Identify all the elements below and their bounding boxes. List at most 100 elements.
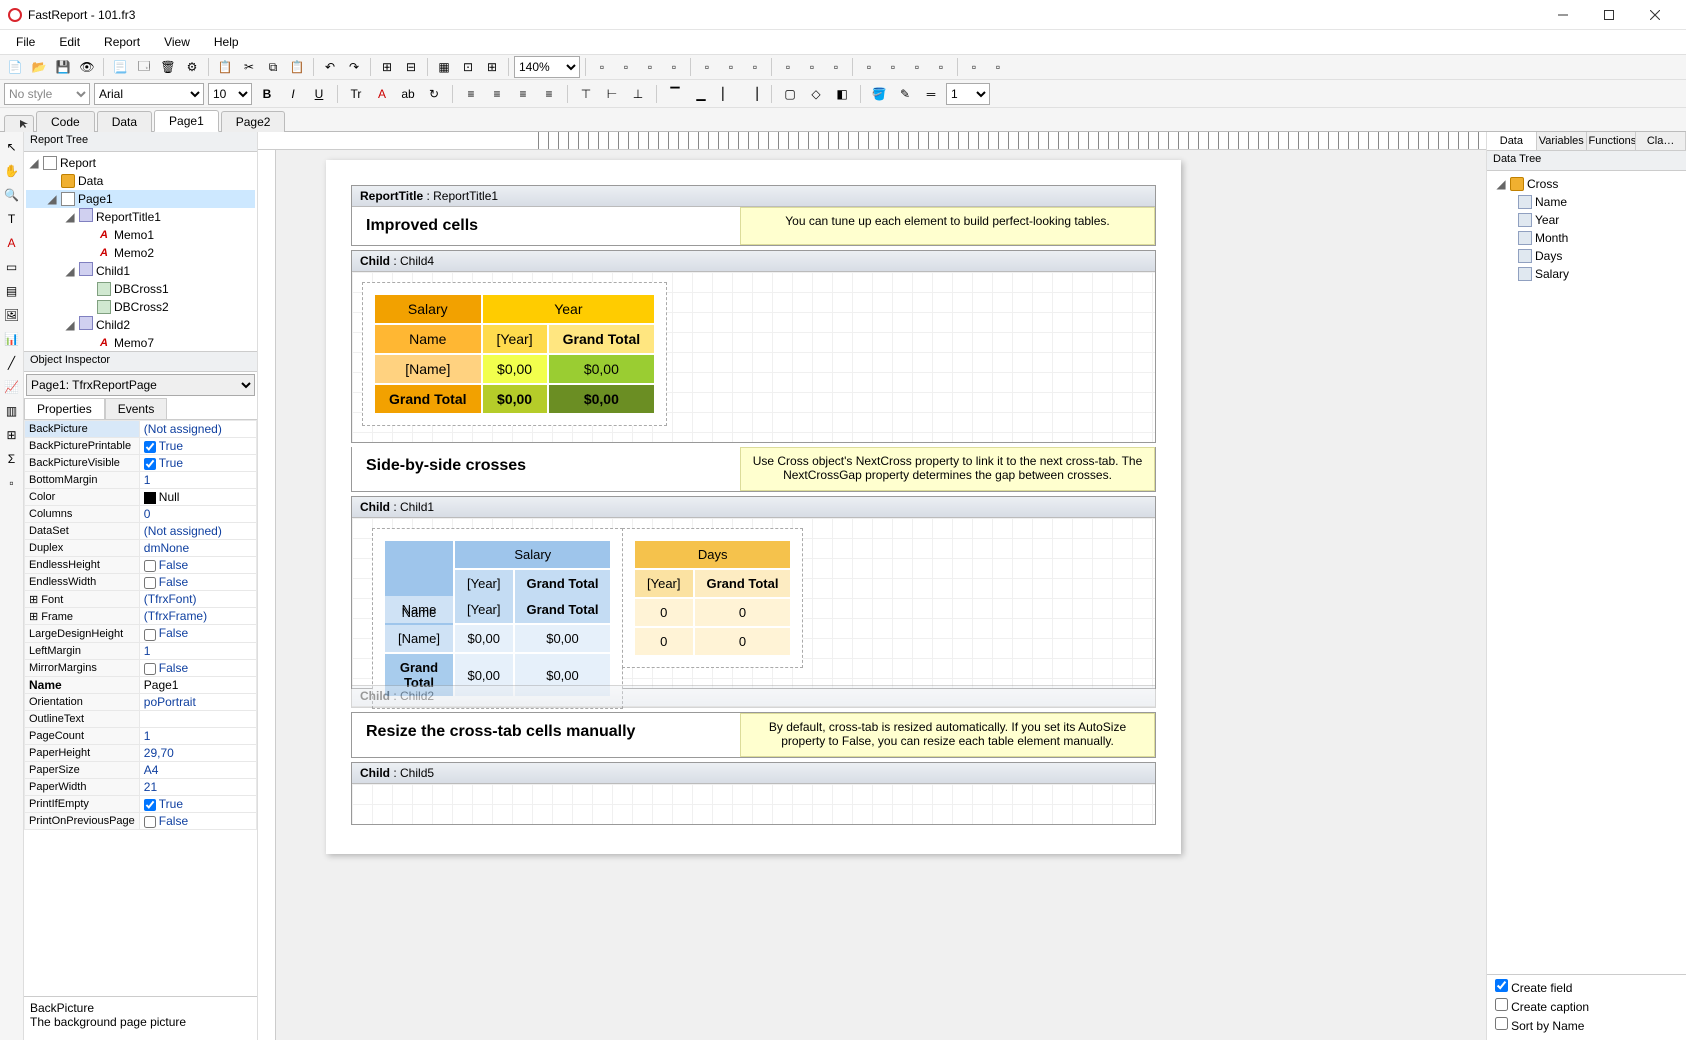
tree-node-memo7[interactable]: AMemo7 (26, 334, 255, 352)
picture-tool[interactable]: 🖼 (3, 306, 21, 324)
ruler-vertical[interactable] (258, 150, 276, 1040)
tree-node-child2[interactable]: ◢Child2 (26, 316, 255, 334)
memo-resize-cells-note[interactable]: By default, cross-tab is resized automat… (740, 713, 1155, 757)
font-combo[interactable]: Arial (94, 83, 204, 105)
insert-band-tool[interactable]: ▤ (3, 282, 21, 300)
extra-6-button[interactable]: ▫ (720, 56, 742, 78)
close-button[interactable] (1632, 0, 1678, 30)
zoom-tool[interactable]: 🔍 (3, 186, 21, 204)
data-field-month[interactable]: Month (1491, 229, 1682, 247)
right-tab-variables[interactable]: Variables (1537, 132, 1587, 150)
band-section3[interactable]: Resize the cross-tab cells manually By d… (351, 712, 1156, 758)
ct1-name-row[interactable]: [Name] (375, 355, 481, 383)
extra-9-button[interactable]: ▫ (801, 56, 823, 78)
memo-side-by-side[interactable]: Side-by-side crosses (352, 447, 740, 491)
select-tool[interactable]: ↖ (3, 138, 21, 156)
tree-node-data[interactable]: Data (26, 172, 255, 190)
tree-node-memo1[interactable]: AMemo1 (26, 226, 255, 244)
ctb-gt-col[interactable]: Grand Total (515, 570, 611, 597)
bold-button[interactable]: B (256, 83, 278, 105)
variables-button[interactable]: 📋 (214, 56, 236, 78)
align-justify-button[interactable]: ≡ (538, 83, 560, 105)
prop-row-color[interactable]: ColorNull (25, 489, 257, 506)
align-right-button[interactable]: ≡ (512, 83, 534, 105)
extra-5-button[interactable]: ▫ (696, 56, 718, 78)
frame-left-button[interactable]: ▏ (716, 83, 738, 105)
cty-gt[interactable]: Grand Total (695, 570, 791, 597)
prop-row-font[interactable]: ⊞ Font(TfrxFont) (25, 591, 257, 608)
format-tool[interactable]: A (3, 234, 21, 252)
zoom-combo[interactable]: 140% (514, 56, 580, 78)
band-section2[interactable]: Side-by-side crosses Use Cross object's … (351, 447, 1156, 492)
ctb-salary[interactable]: Salary (455, 541, 610, 568)
band-child4[interactable]: Child : Child4 SalaryYear Name[Year]Gran… (351, 250, 1156, 443)
prop-row-leftmargin[interactable]: LeftMargin1 (25, 642, 257, 659)
prop-row-orientation[interactable]: OrientationpoPortrait (25, 693, 257, 710)
fill-color-button[interactable]: 🪣 (868, 83, 890, 105)
ct1-salary[interactable]: Salary (375, 295, 481, 323)
group-button[interactable]: ⊞ (376, 56, 398, 78)
hand-tool[interactable]: ✋ (3, 162, 21, 180)
ungroup-button[interactable]: ⊟ (400, 56, 422, 78)
align-center-button[interactable]: ≡ (486, 83, 508, 105)
report-tree[interactable]: ◢Report Data ◢Page1 ◢ReportTitle1 AMemo1… (24, 152, 257, 352)
new-dialog-button[interactable]: 🗔 (133, 56, 155, 78)
prop-row-backpictureprintable[interactable]: BackPicturePrintableTrue (25, 438, 257, 455)
prop-row-endlessheight[interactable]: EndlessHeightFalse (25, 557, 257, 574)
right-tab-classes[interactable]: Cla… (1636, 132, 1686, 150)
cty-v3[interactable]: 0 (635, 628, 693, 655)
memo-side-by-side-note[interactable]: Use Cross object's NextCross property to… (740, 447, 1155, 491)
prop-row-pagecount[interactable]: PageCount1 (25, 727, 257, 744)
paste-button[interactable]: 📋 (286, 56, 308, 78)
band-child1[interactable]: Child : Child1 Salary [Year]Grand Total … (351, 496, 1156, 689)
frame-bottom-button[interactable]: ▁ (690, 83, 712, 105)
align-left-button[interactable]: ≡ (460, 83, 482, 105)
data-field-salary[interactable]: Salary (1491, 265, 1682, 283)
page-settings-button[interactable]: ⚙ (181, 56, 203, 78)
ct1-val-2[interactable]: $0,00 (549, 355, 655, 383)
check-sort-by-name[interactable]: Sort by Name (1495, 1017, 1678, 1036)
ctb-v1[interactable]: $0,00 (455, 625, 513, 652)
memo-resize-cells[interactable]: Resize the cross-tab cells manually (352, 713, 740, 757)
style-combo[interactable]: No style (4, 83, 90, 105)
prop-row-printifempty[interactable]: PrintIfEmptyTrue (25, 795, 257, 812)
ct1-year[interactable]: Year (483, 295, 655, 323)
ct1-gt-2[interactable]: $0,00 (549, 385, 655, 413)
align-middle-button[interactable]: ⊢ (601, 83, 623, 105)
cty-v1[interactable]: 0 (635, 599, 693, 626)
frame-style-button[interactable]: ═ (920, 83, 942, 105)
italic-button[interactable]: I (282, 83, 304, 105)
frame-color-button[interactable]: ✎ (894, 83, 916, 105)
new-button[interactable]: 📄 (4, 56, 26, 78)
prop-row-columns[interactable]: Columns0 (25, 506, 257, 523)
band-child2-hidden[interactable]: Child : Child2 (351, 685, 1156, 708)
minimize-button[interactable] (1540, 0, 1586, 30)
oi-tab-events[interactable]: Events (105, 398, 168, 419)
extra-12-button[interactable]: ▫ (882, 56, 904, 78)
prop-row-outlinetext[interactable]: OutlineText (25, 710, 257, 727)
extra-11-button[interactable]: ▫ (858, 56, 880, 78)
font-settings-button[interactable]: Tr (345, 83, 367, 105)
ct1-year-col[interactable]: [Year] (483, 325, 547, 353)
data-field-year[interactable]: Year (1491, 211, 1682, 229)
barcode-tool[interactable]: ▥ (3, 402, 21, 420)
extra-4-button[interactable]: ▫ (663, 56, 685, 78)
prop-row-backpicturevisible[interactable]: BackPictureVisibleTrue (25, 455, 257, 472)
open-button[interactable]: 📂 (28, 56, 50, 78)
memo-improved-cells[interactable]: Improved cells (352, 207, 740, 245)
cty-v2[interactable]: 0 (695, 599, 791, 626)
tree-node-reporttitle1[interactable]: ◢ReportTitle1 (26, 208, 255, 226)
prop-row-paperheight[interactable]: PaperHeight29,70 (25, 744, 257, 761)
undo-button[interactable]: ↶ (319, 56, 341, 78)
maximize-button[interactable] (1586, 0, 1632, 30)
frame-right-button[interactable]: ▕ (742, 83, 764, 105)
crosstab-salary-blue[interactable]: Salary [Year]Grand Total Name Name[Year]… (372, 528, 623, 709)
cty-v4[interactable]: 0 (695, 628, 791, 655)
extra-8-button[interactable]: ▫ (777, 56, 799, 78)
prop-row-papersize[interactable]: PaperSizeA4 (25, 761, 257, 778)
right-tab-data[interactable]: Data (1487, 132, 1537, 150)
rotate-button[interactable]: ↻ (423, 83, 445, 105)
extra-13-button[interactable]: ▫ (906, 56, 928, 78)
tab-page2[interactable]: Page2 (221, 111, 286, 132)
delete-page-button[interactable]: 🗑 (157, 56, 179, 78)
